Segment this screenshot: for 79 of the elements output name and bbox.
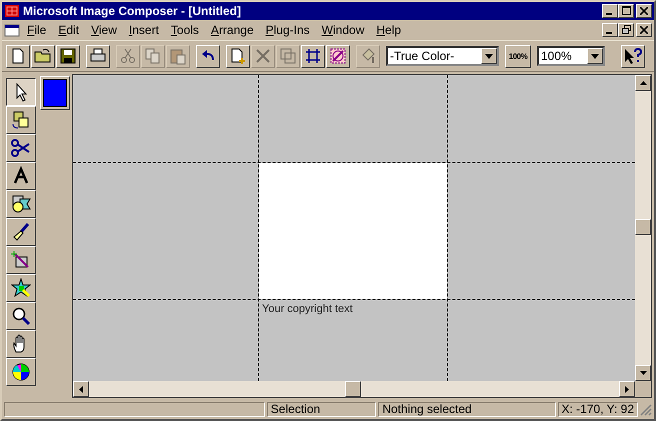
scissors-icon — [11, 138, 31, 158]
brush-tool[interactable] — [6, 218, 36, 246]
scissors-tool[interactable] — [6, 134, 36, 162]
window-title: Microsoft Image Composer - [Untitled] — [23, 4, 242, 18]
scroll-thumb[interactable] — [345, 381, 361, 397]
new-button[interactable] — [6, 44, 30, 68]
menu-item[interactable]: Plug-Ins — [260, 22, 315, 38]
page-add-icon — [229, 47, 247, 65]
left-arrow-icon — [79, 386, 83, 392]
right-arrow-icon — [625, 386, 629, 392]
zoom-dropdown[interactable]: 100% — [537, 46, 605, 66]
folder-icon — [34, 47, 52, 65]
crop-icon — [279, 47, 297, 65]
minimize-button[interactable] — [602, 23, 618, 37]
arrange-icon — [11, 110, 31, 130]
folder-button[interactable] — [31, 44, 55, 68]
close-button[interactable] — [636, 23, 652, 37]
help-pointer-icon — [623, 47, 643, 65]
hand-tool[interactable] — [6, 330, 36, 358]
menu-item[interactable]: Tools — [166, 22, 204, 38]
app-icon — [4, 4, 20, 18]
caret-icon — [485, 54, 493, 58]
down-arrow-icon — [640, 371, 646, 375]
scroll-thumb[interactable] — [635, 219, 651, 235]
shapes-tool[interactable] — [6, 190, 36, 218]
color-mode-dropdown[interactable]: -True Color- — [386, 46, 499, 66]
pointer-tool[interactable] — [6, 78, 36, 106]
copy-icon — [144, 47, 162, 65]
close-icon — [640, 7, 648, 15]
restore-button[interactable] — [618, 23, 634, 37]
arrange-tool[interactable] — [6, 106, 36, 134]
grid-icon — [304, 47, 322, 65]
palette-tool[interactable] — [6, 358, 36, 386]
menu-item[interactable]: Insert — [124, 22, 164, 38]
menu-item[interactable]: Arrange — [206, 22, 259, 38]
scissors-icon — [119, 47, 137, 65]
caret-icon — [591, 54, 599, 58]
star-icon — [11, 278, 31, 298]
menu-item[interactable]: Window — [316, 22, 370, 38]
restore-icon — [622, 25, 630, 34]
brush-icon — [11, 222, 31, 242]
letter-tool[interactable] — [6, 162, 36, 190]
grid-button[interactable] — [301, 44, 325, 68]
menu-item[interactable]: Help — [371, 22, 406, 38]
close-button[interactable] — [636, 4, 652, 18]
close-icon — [640, 26, 648, 34]
status-panel: Nothing selected — [378, 402, 556, 417]
palette-icon — [11, 362, 31, 382]
copyright-text: Your copyright text — [262, 303, 353, 315]
magnifier-icon — [11, 306, 31, 326]
magnifier-tool[interactable] — [6, 302, 36, 330]
status-panel: X: -170, Y: 92 — [558, 402, 638, 417]
up-arrow-icon — [640, 81, 646, 85]
printer-button[interactable] — [86, 44, 110, 68]
document-icon[interactable] — [4, 23, 20, 37]
minimize-button[interactable] — [602, 4, 618, 18]
maximize-button[interactable] — [618, 4, 634, 18]
horizontal-scrollbar[interactable] — [73, 381, 651, 397]
disk-button[interactable] — [56, 44, 80, 68]
vertical-scrollbar[interactable] — [635, 75, 651, 381]
wand-tool[interactable] — [6, 246, 36, 274]
undo-button[interactable] — [196, 44, 220, 68]
status-panel: Selection — [266, 402, 376, 417]
help-button[interactable] — [621, 44, 645, 68]
zoom-100-button[interactable]: 100% — [505, 44, 531, 68]
menu-item[interactable]: View — [86, 22, 122, 38]
paste-icon — [169, 47, 187, 65]
maximize-icon — [622, 6, 630, 15]
letter-icon — [11, 166, 31, 186]
menu-item[interactable]: File — [22, 22, 52, 38]
scrollbar-corner — [635, 381, 651, 397]
star-tool[interactable] — [6, 274, 36, 302]
shapes-icon — [11, 194, 31, 214]
cross-icon — [254, 47, 272, 65]
frame-icon — [329, 47, 347, 65]
frame-button[interactable] — [326, 44, 350, 68]
menu-item[interactable]: Edit — [53, 22, 84, 38]
resize-grip-icon[interactable] — [640, 404, 652, 416]
page-add-button[interactable] — [226, 44, 250, 68]
